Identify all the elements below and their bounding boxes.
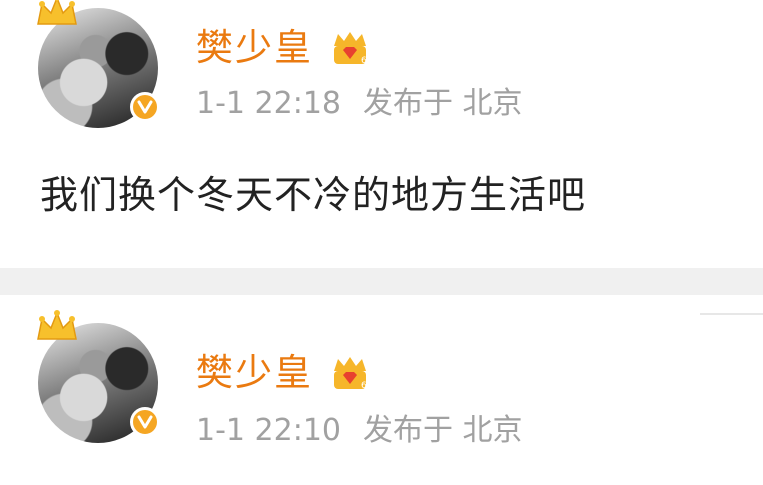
post-text: 我们换个冬天不冷的地方生活吧 (40, 173, 587, 217)
post-meta: 1-1 22:10 发布于 北京 (196, 413, 523, 449)
crown-icon (37, 0, 77, 25)
post-time: 1-1 22:10 (196, 413, 341, 448)
weibo-post-2: 樊少皇 6 1-1 22:10 发布于 北京 (0, 295, 763, 485)
published-label: 发布于 (363, 86, 453, 121)
crown-icon (37, 310, 77, 340)
svg-text:6: 6 (361, 56, 367, 66)
post-time: 1-1 22:18 (196, 86, 341, 121)
post-location: 北京 (462, 86, 523, 121)
post-meta: 1-1 22:18 发布于 北京 (196, 86, 523, 122)
verified-icon (130, 92, 160, 122)
weibo-post-1: 樊少皇 6 1-1 22:18 发布于 北京 我们换个冬天不冷的地方生活吧 (0, 0, 763, 268)
member-badge-icon[interactable]: 6 (330, 355, 370, 393)
post-separator (0, 268, 763, 295)
username[interactable]: 樊少皇 (196, 26, 313, 70)
username[interactable]: 樊少皇 (196, 351, 313, 395)
avatar-container[interactable] (37, 0, 160, 128)
svg-text:6: 6 (361, 381, 367, 391)
verified-icon (130, 407, 160, 437)
post-location: 北京 (462, 413, 523, 448)
avatar-container[interactable] (37, 310, 160, 443)
member-badge-icon[interactable]: 6 (330, 30, 370, 68)
divider (700, 313, 763, 315)
published-label: 发布于 (363, 413, 453, 448)
